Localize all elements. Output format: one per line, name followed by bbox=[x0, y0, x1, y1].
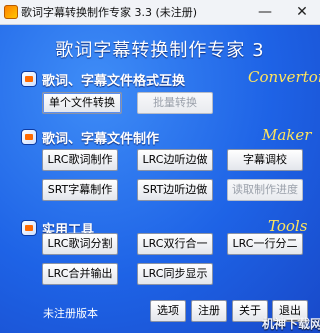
app-title: 歌词字幕转换制作专家 3 bbox=[55, 40, 265, 61]
convertor-section-icon bbox=[22, 72, 36, 86]
window-title: 歌词字幕转换制作专家 3.3 (未注册) bbox=[21, 6, 198, 19]
lrc-one-to-two-button[interactable]: LRC一行分二 bbox=[227, 233, 303, 255]
lrc-sync-display-button[interactable]: LRC同步显示 bbox=[137, 263, 213, 285]
close-button[interactable]: ✕ bbox=[287, 0, 317, 24]
lrc-make-button[interactable]: LRC歌词制作 bbox=[42, 149, 118, 171]
lrc-merge-output-button[interactable]: LRC合并输出 bbox=[42, 263, 118, 285]
srt-listen-make-button[interactable]: SRT边听边做 bbox=[137, 179, 213, 201]
batch-convert-button[interactable]: 批量转换 bbox=[137, 92, 213, 114]
convertor-section-english: Convertor bbox=[248, 68, 320, 86]
title-bar: 歌词字幕转换制作专家 3.3 (未注册) — ✕ bbox=[0, 0, 320, 25]
tools-section-icon bbox=[22, 221, 36, 235]
site-watermark: 机神下载网 bbox=[262, 317, 320, 331]
srt-make-button[interactable]: SRT字幕制作 bbox=[42, 179, 118, 201]
options-button[interactable]: 选项 bbox=[150, 300, 186, 322]
subtitle-adjust-button[interactable]: 字幕调校 bbox=[227, 149, 303, 171]
lrc-listen-make-button[interactable]: LRC边听边做 bbox=[137, 149, 213, 171]
convertor-section-label: 歌词、字幕文件格式互换 bbox=[42, 74, 186, 89]
app-icon bbox=[4, 5, 18, 19]
register-button[interactable]: 注册 bbox=[191, 300, 227, 322]
lrc-split-button[interactable]: LRC歌词分割 bbox=[42, 233, 118, 255]
maker-section-label: 歌词、字幕文件制作 bbox=[42, 132, 160, 147]
maker-section-english: Maker bbox=[262, 126, 312, 144]
single-file-convert-button[interactable]: 单个文件转换 bbox=[42, 92, 122, 114]
app-window: 歌词字幕转换制作专家 3.3 (未注册) — ✕ 歌词字幕转换制作专家 3 歌词… bbox=[0, 0, 320, 333]
read-progress-button[interactable]: 读取制作进度 bbox=[227, 179, 303, 201]
unregistered-label: 未注册版本 bbox=[43, 307, 98, 320]
maker-section-icon bbox=[22, 130, 36, 144]
lrc-two-in-one-button[interactable]: LRC双行合一 bbox=[137, 233, 213, 255]
minimize-button[interactable]: — bbox=[250, 0, 280, 24]
